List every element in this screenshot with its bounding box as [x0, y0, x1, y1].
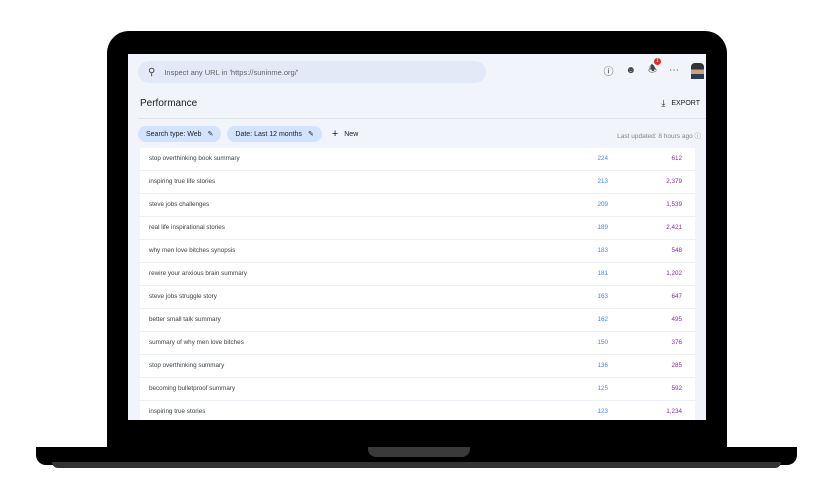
clicks-cell: 224 [597, 155, 608, 162]
table-row[interactable]: stop overthinking summary 136 285 [140, 355, 695, 378]
table-row[interactable]: steve jobs struggle story 163 647 [140, 286, 695, 309]
clicks-cell: 136 [597, 362, 608, 369]
manage-users-icon[interactable]: ☻ [626, 65, 637, 76]
divider [138, 118, 706, 119]
impressions-cell: 1,202 [666, 270, 682, 277]
edit-icon: ✎ [207, 131, 214, 138]
query-cell: stop overthinking summary [149, 362, 225, 369]
plus-icon: + [331, 128, 339, 140]
clicks-cell: 209 [597, 201, 608, 208]
impressions-cell: 548 [671, 247, 682, 254]
download-icon: ⤓ [661, 98, 666, 108]
export-label: EXPORT [671, 100, 700, 107]
page-title: Performance [140, 98, 198, 109]
last-updated: Last updated: 8 hours ago ⓘ [617, 130, 701, 140]
avatar[interactable] [691, 62, 704, 79]
chip-label: Search type: Web [146, 130, 202, 138]
help-icon[interactable]: ⓘ [695, 133, 702, 140]
laptop-screen: ⚲ Inspect any URL in 'https://suninme.or… [128, 54, 706, 420]
search-placeholder: Inspect any URL in 'https://suninme.org/… [164, 67, 299, 77]
top-bar-icons: ⓘ ☻ 🕭 1 ⋯ [604, 58, 706, 79]
impressions-cell: 495 [671, 316, 682, 323]
table-row[interactable]: why men love bitches synopsis 183 548 [140, 240, 695, 263]
clicks-cell: 125 [597, 385, 608, 392]
url-inspect-search[interactable]: ⚲ Inspect any URL in 'https://suninme.or… [138, 61, 486, 83]
query-cell: inspiring true life stories [149, 178, 216, 185]
new-filter-button[interactable]: + New [332, 128, 358, 140]
notifications-icon[interactable]: 🕭 1 [648, 58, 662, 79]
clicks-cell: 213 [597, 178, 608, 185]
clicks-cell: 181 [597, 270, 608, 277]
table-row[interactable]: summary of why men love bitches 150 376 [140, 332, 695, 355]
filter-chip-date[interactable]: Date: Last 12 months ✎ [227, 126, 322, 142]
impressions-cell: 2,421 [666, 224, 682, 231]
table-row[interactable]: inspiring true life stories 213 2,379 [140, 171, 695, 194]
new-label: New [344, 130, 359, 138]
impressions-cell: 612 [671, 155, 682, 162]
last-updated-text: Last updated: 8 hours ago [617, 133, 693, 140]
query-cell: becoming bulletproof summary [149, 385, 236, 392]
laptop-base-shadow [52, 462, 781, 468]
impressions-cell: 592 [671, 385, 682, 392]
table-row[interactable]: steve jobs challenges 209 1,539 [140, 194, 695, 217]
filter-bar: Search type: Web ✎ Date: Last 12 months … [138, 126, 358, 142]
query-cell: stop overthinking book summary [149, 155, 240, 162]
query-cell: why men love bitches synopsis [149, 247, 236, 254]
query-cell: inspiring true stories [149, 408, 206, 415]
help-icon[interactable]: ⓘ [604, 63, 614, 78]
clicks-cell: 162 [597, 316, 608, 323]
clicks-cell: 183 [597, 247, 608, 254]
impressions-cell: 1,234 [666, 408, 682, 415]
table-row[interactable]: becoming bulletproof summary 125 592 [140, 378, 695, 401]
impressions-cell: 1,539 [666, 201, 682, 208]
query-cell: steve jobs challenges [149, 201, 210, 208]
clicks-cell: 163 [597, 293, 608, 300]
clicks-cell: 150 [597, 339, 608, 346]
edit-icon: ✎ [307, 131, 314, 138]
export-button[interactable]: ⤓ EXPORT [661, 98, 700, 109]
table-row[interactable]: inspiring true stories 123 1,234 [140, 401, 695, 420]
query-cell: rewire your anxious brain summary [149, 270, 247, 277]
query-cell: steve jobs struggle story [149, 293, 217, 300]
table-row[interactable]: real life inspirational stories 189 2,421 [140, 217, 695, 240]
notification-badge: 1 [654, 58, 662, 65]
queries-table: stop overthinking book summary 224 612 insp… [140, 148, 695, 420]
apps-grid-icon[interactable]: ⋯ [669, 65, 679, 76]
impressions-cell: 285 [671, 362, 682, 369]
clicks-cell: 189 [597, 224, 608, 231]
impressions-cell: 647 [671, 293, 682, 300]
filter-chip-search-type[interactable]: Search type: Web ✎ [138, 126, 222, 142]
search-icon: ⚲ [148, 66, 156, 78]
laptop-notch [368, 447, 470, 457]
table-row[interactable]: better small talk summary 162 495 [140, 309, 695, 332]
table-row[interactable]: stop overthinking book summary 224 612 [140, 148, 695, 171]
chip-label: Date: Last 12 months [235, 130, 302, 138]
clicks-cell: 123 [597, 408, 608, 415]
query-cell: real life inspirational stories [149, 224, 225, 231]
query-cell: better small talk summary [149, 316, 221, 323]
impressions-cell: 2,379 [666, 178, 682, 185]
query-cell: summary of why men love bitches [149, 339, 244, 346]
table-row[interactable]: rewire your anxious brain summary 181 1,20… [140, 263, 695, 286]
impressions-cell: 376 [671, 339, 682, 346]
